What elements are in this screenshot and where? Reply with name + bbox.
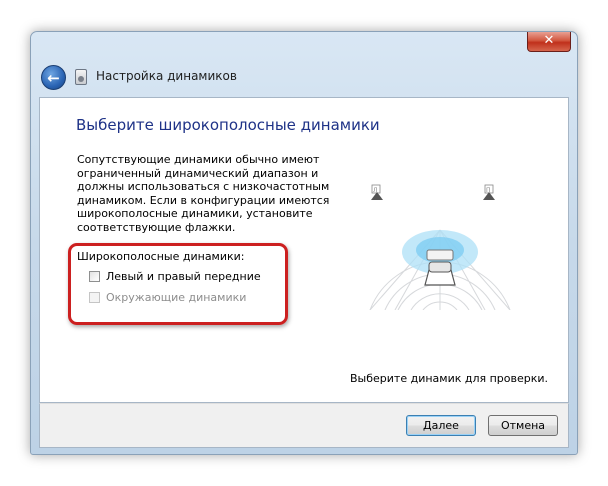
title-bar: ← Настройка динамиков bbox=[39, 60, 569, 96]
back-button[interactable]: ← bbox=[41, 65, 66, 90]
checkbox-surround-box bbox=[89, 292, 100, 303]
wizard-content: Выберите широкополосные динамики Сопутст… bbox=[39, 97, 569, 403]
fullrange-group-label: Широкополосные динамики: bbox=[77, 250, 245, 263]
wizard-footer: Далее Отмена bbox=[39, 403, 569, 448]
speaker-setup-window: ✕ ← Настройка динамиков Выберите широкоп… bbox=[30, 31, 578, 455]
cancel-button[interactable]: Отмена bbox=[488, 415, 558, 436]
speaker-diagram: Л П bbox=[369, 184, 511, 310]
page-heading: Выберите широкополосные динамики bbox=[76, 116, 380, 134]
page-description: Сопутствующие динамики обычно имеют огра… bbox=[77, 153, 330, 234]
left-speaker-label: Л bbox=[373, 187, 378, 194]
window-title: Настройка динамиков bbox=[96, 69, 237, 83]
checkbox-front-box[interactable] bbox=[89, 271, 100, 282]
close-button[interactable]: ✕ bbox=[527, 32, 571, 52]
checkbox-front-label: Левый и правый передние bbox=[106, 270, 261, 283]
right-speaker-label: П bbox=[486, 187, 491, 194]
checkbox-front-left-right[interactable]: Левый и правый передние bbox=[89, 270, 261, 283]
next-button[interactable]: Далее bbox=[406, 415, 476, 436]
speaker-setup-icon bbox=[75, 69, 87, 85]
checkbox-surround: Окружающие динамики bbox=[89, 291, 246, 304]
back-arrow-icon: ← bbox=[47, 69, 60, 87]
checkbox-surround-label: Окружающие динамики bbox=[106, 291, 247, 304]
test-speaker-prompt: Выберите динамик для проверки. bbox=[350, 372, 549, 385]
